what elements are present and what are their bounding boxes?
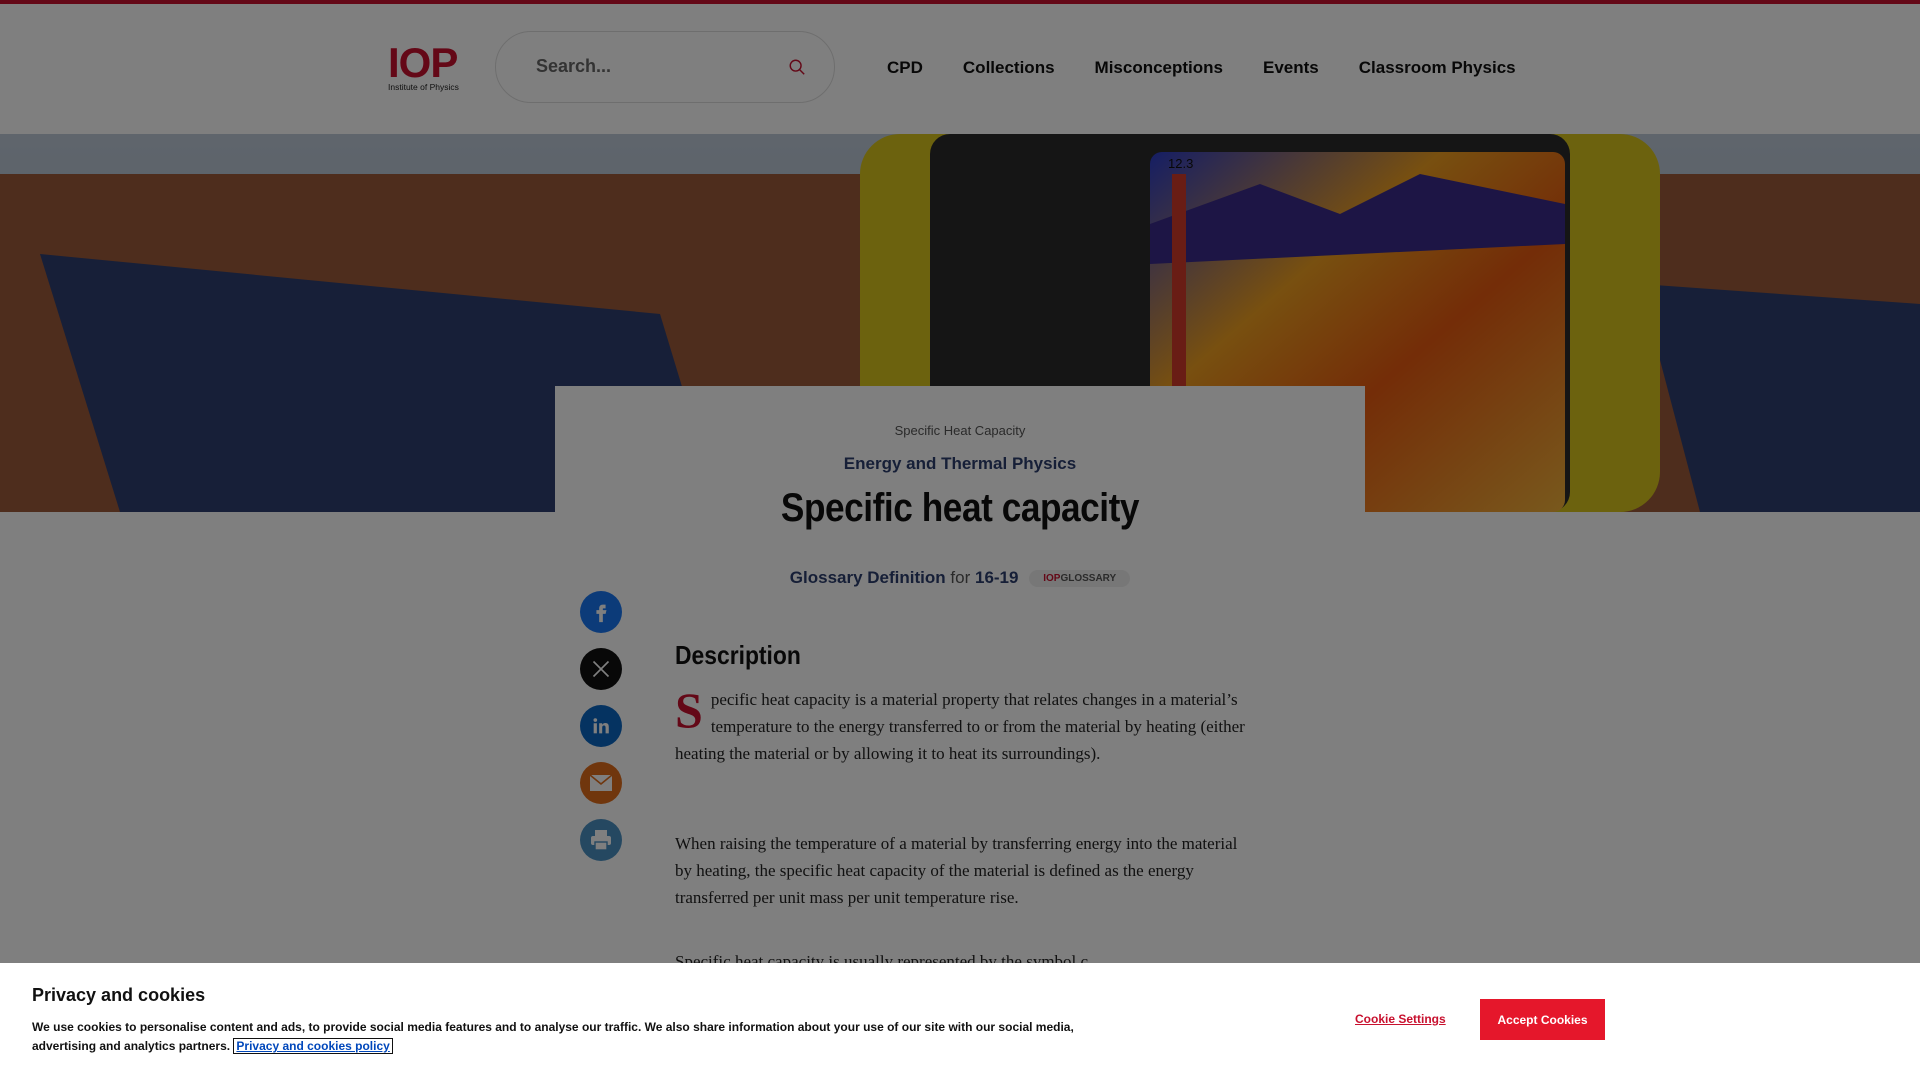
privacy-policy-link[interactable]: Privacy and cookies policy <box>233 1038 393 1054</box>
cookie-body: We use cookies to personalise content an… <box>32 1020 1074 1053</box>
cookie-settings-button[interactable]: Cookie Settings <box>1355 1012 1446 1026</box>
cookie-text: We use cookies to personalise content an… <box>32 1018 1092 1056</box>
cookie-title: Privacy and cookies <box>32 985 206 1005</box>
modal-overlay[interactable] <box>0 0 1920 1080</box>
cookie-banner: Privacy and cookies We use cookies to pe… <box>0 963 1920 1080</box>
accept-cookies-button[interactable]: Accept Cookies <box>1480 999 1605 1040</box>
